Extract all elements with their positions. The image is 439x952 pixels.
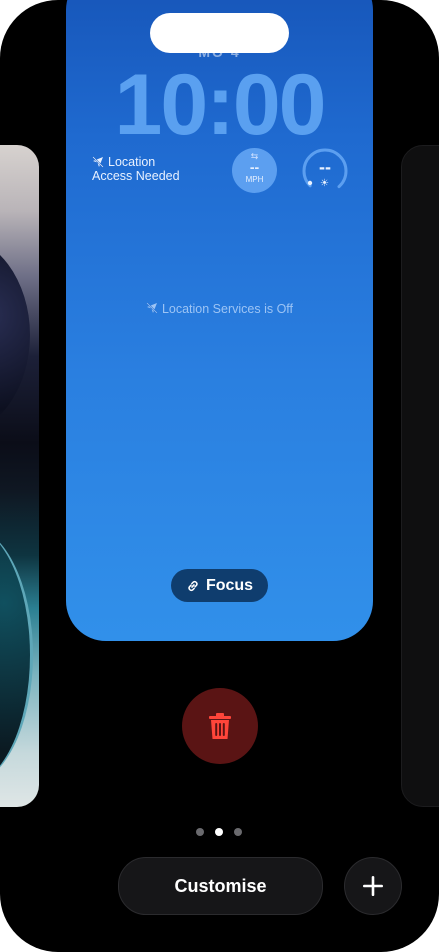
customise-button[interactable]: Customise bbox=[118, 857, 323, 915]
trash-icon bbox=[209, 713, 231, 739]
location-services-status: Location Services is Off bbox=[66, 302, 373, 316]
page-indicator[interactable] bbox=[196, 828, 242, 836]
add-wallpaper-button[interactable] bbox=[344, 857, 402, 915]
focus-label: Focus bbox=[205, 576, 254, 594]
location-off-icon bbox=[146, 302, 158, 314]
link-icon bbox=[188, 580, 198, 591]
wallpaper-gallery: MO 4 10:00 Location Access Needed ⇆ -- M… bbox=[0, 0, 439, 952]
location-services-text: Location Services is Off bbox=[161, 302, 294, 316]
gauge-value: -- bbox=[319, 157, 331, 177]
focus-button[interactable]: Focus bbox=[171, 569, 268, 602]
page-dot[interactable] bbox=[196, 828, 204, 836]
speed-unit: MPH bbox=[245, 175, 264, 184]
page-dot[interactable] bbox=[234, 828, 242, 836]
speed-value: -- bbox=[249, 159, 260, 175]
delete-wallpaper-button[interactable] bbox=[182, 688, 258, 764]
page-dot-active[interactable] bbox=[215, 828, 223, 836]
gauge-widget[interactable]: -- ☀ bbox=[301, 147, 349, 195]
next-wallpaper-preview[interactable] bbox=[401, 145, 439, 807]
location-widget[interactable]: Location Access Needed bbox=[92, 155, 180, 183]
location-widget-line1: Location bbox=[108, 155, 156, 169]
location-off-icon bbox=[92, 156, 104, 168]
location-widget-line2: Access Needed bbox=[92, 169, 180, 183]
sun-icon: ☀ bbox=[320, 178, 329, 189]
previous-wallpaper-preview[interactable] bbox=[0, 145, 39, 807]
plus-icon bbox=[363, 876, 383, 896]
speed-widget[interactable]: ⇆ -- MPH bbox=[232, 148, 277, 193]
lock-screen-clock[interactable]: 10:00 bbox=[66, 55, 373, 155]
